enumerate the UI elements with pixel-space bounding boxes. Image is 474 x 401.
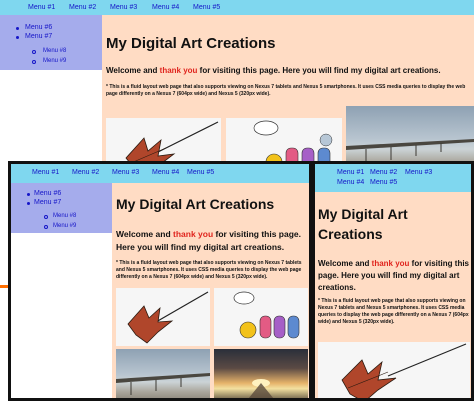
desktop-menu-item-2[interactable]: Menu #2 (69, 4, 96, 11)
desktop-sidebar-item-9[interactable]: Menu #9 (43, 58, 66, 64)
tablet-cartoon-art[interactable] (214, 288, 308, 346)
phone-menu-item-3[interactable]: Menu #3 (405, 169, 432, 176)
desktop-sidebar-item-7[interactable]: Menu #7 (25, 33, 52, 40)
desktop-menu-bar: Menu #1 Menu #2 Menu #3 Menu #4 Menu #5 (0, 0, 474, 15)
desktop-menu-item-4[interactable]: Menu #4 (152, 4, 179, 11)
tablet-sidebar-item-9[interactable]: Menu #9 (53, 223, 76, 229)
desktop-sidebar-item-6[interactable]: Menu #6 (25, 24, 52, 31)
phone-note: * This is a fluid layout web page that a… (318, 298, 469, 325)
tablet-menu-item-2[interactable]: Menu #2 (72, 169, 99, 176)
tablet-pier-photo[interactable] (116, 349, 210, 398)
phone-menu-item-4[interactable]: Menu #4 (337, 179, 364, 186)
desktop-note: * This is a fluid layout web page that a… (106, 84, 466, 97)
tablet-sidebar-item-7[interactable]: Menu #7 (34, 199, 61, 206)
phone-content: My Digital Art Creations Welcome and tha… (315, 192, 471, 398)
tablet-sidebar-item-8[interactable]: Menu #8 (53, 213, 76, 219)
phone-menu-item-2[interactable]: Menu #2 (370, 169, 397, 176)
tablet-menu-item-3[interactable]: Menu #3 (112, 169, 139, 176)
phone-welcome-text: Welcome and thank you for visiting this … (318, 259, 469, 292)
tablet-menu-item-4[interactable]: Menu #4 (152, 169, 179, 176)
tablet-view: Menu #1 Menu #2 Menu #3 Menu #4 Menu #5 … (8, 161, 312, 401)
circle-bullet-icon (32, 60, 36, 64)
phone-page-title: My Digital Art Creations (318, 206, 408, 242)
desktop-sidebar-item-8[interactable]: Menu #8 (43, 48, 66, 54)
bullet-icon (27, 193, 30, 196)
bullet-icon (16, 36, 19, 39)
phone-view: Menu #1 Menu #2 Menu #3 Menu #4 Menu #5 … (312, 161, 474, 401)
phone-menu-item-1[interactable]: Menu #1 (337, 169, 364, 176)
circle-bullet-icon (44, 215, 48, 219)
tablet-menu-item-1[interactable]: Menu #1 (32, 169, 59, 176)
phone-menu-bar: Menu #1 Menu #2 Menu #3 Menu #4 Menu #5 (315, 164, 471, 192)
tablet-welcome-text: Welcome and thank you for visiting this … (116, 229, 301, 252)
tablet-sidebar: Menu #6 Menu #7 Menu #8 Menu #9 (11, 183, 112, 233)
desktop-menu-item-5[interactable]: Menu #5 (193, 4, 220, 11)
tablet-menu-item-5[interactable]: Menu #5 (187, 169, 214, 176)
circle-bullet-icon (44, 225, 48, 229)
tablet-sidebar-item-6[interactable]: Menu #6 (34, 190, 61, 197)
desktop-page-title: My Digital Art Creations (106, 35, 276, 52)
phone-menu-item-5[interactable]: Menu #5 (370, 179, 397, 186)
tablet-page-title: My Digital Art Creations (116, 196, 275, 212)
tablet-leaf-art[interactable] (116, 288, 210, 346)
desktop-welcome-text: Welcome and thank you for visiting this … (106, 66, 441, 75)
tablet-sunset-photo[interactable] (214, 349, 308, 398)
desktop-sidebar: Menu #6 Menu #7 Menu #8 Menu #9 (0, 15, 102, 70)
tablet-content: My Digital Art Creations Welcome and tha… (112, 183, 309, 398)
tablet-menu-bar: Menu #1 Menu #2 Menu #3 Menu #4 Menu #5 (11, 164, 309, 183)
desktop-menu-item-1[interactable]: Menu #1 (28, 4, 55, 11)
desktop-menu-item-3[interactable]: Menu #3 (110, 4, 137, 11)
phone-leaf-art[interactable] (318, 342, 470, 398)
bullet-icon (16, 27, 19, 30)
bullet-icon (27, 202, 30, 205)
circle-bullet-icon (32, 50, 36, 54)
tablet-note: * This is a fluid layout web page that a… (116, 260, 302, 280)
